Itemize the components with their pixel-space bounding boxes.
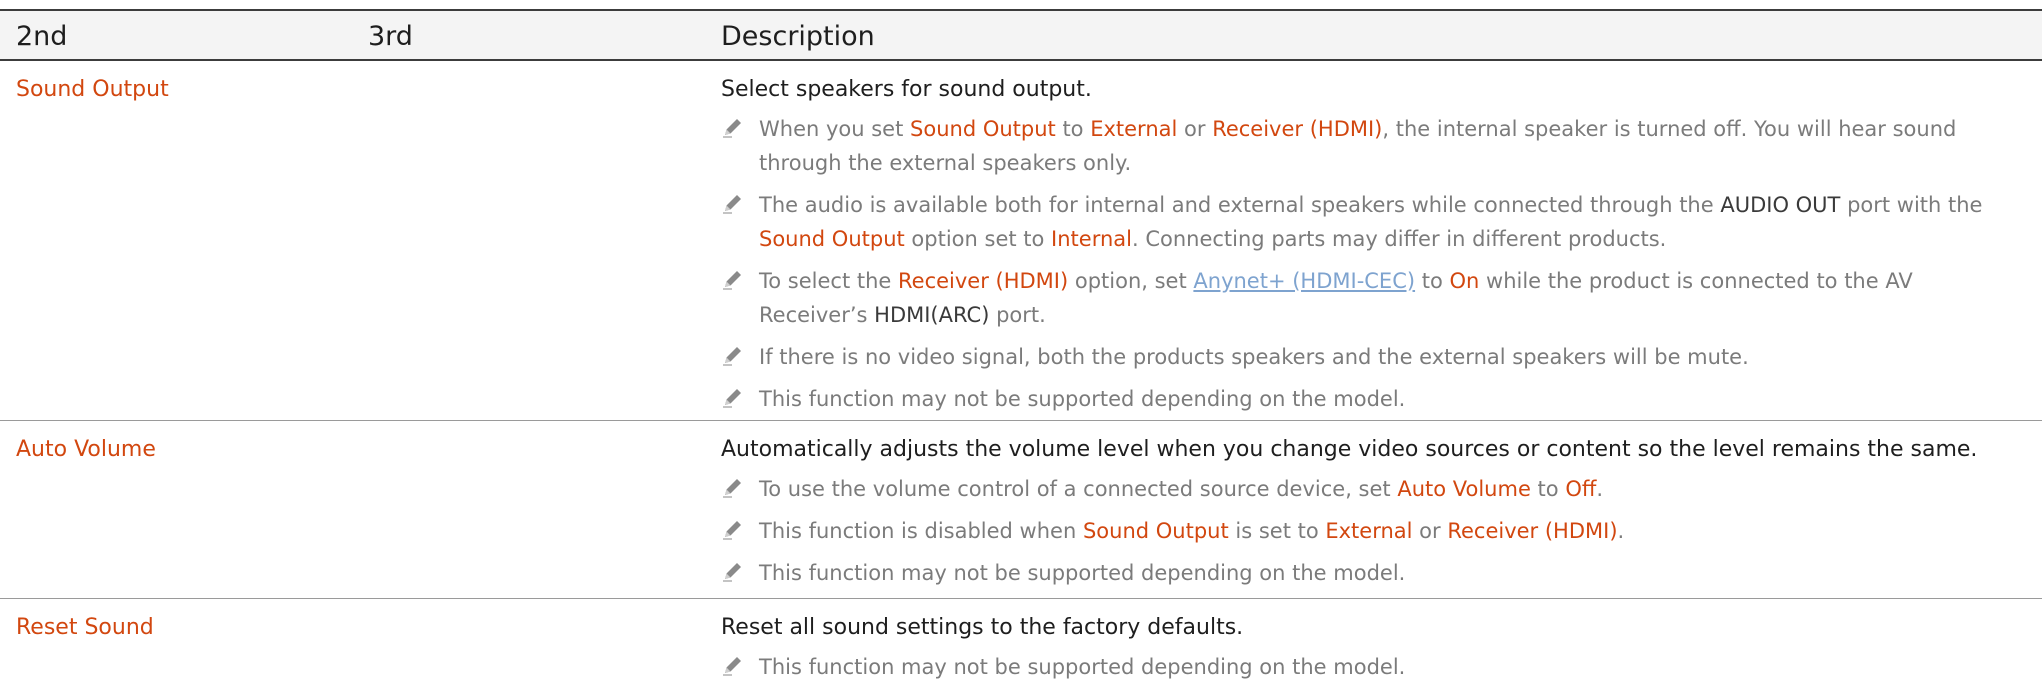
pencil-icon [723,195,741,214]
ui-term: Receiver (HDMI) [1212,117,1383,141]
header-2nd: 2nd [16,21,68,52]
ui-term: Receiver (HDMI) [898,269,1069,293]
description-lead: Reset all sound settings to the factory … [721,615,1244,640]
pencil-icon [723,347,741,366]
pencil-icon [723,271,741,290]
description-cell: Automatically adjusts the volume level w… [721,436,2021,598]
setting-name-sound-output: Sound Output [16,77,169,102]
note-item: This function may not be supported depen… [721,556,2021,590]
table-header: 2nd 3rd Description [0,9,2042,61]
description-cell: Reset all sound settings to the factory … [721,614,2021,692]
note-item: To select the Receiver (HDMI) option, se… [721,264,2021,332]
setting-name-reset-sound: Reset Sound [16,615,154,640]
ui-term: Off [1565,477,1597,501]
ui-term: Internal [1051,227,1132,251]
pencil-icon [723,657,741,676]
ui-term: External [1325,519,1413,543]
description-lead: Automatically adjusts the volume level w… [721,437,1978,462]
pencil-icon [723,119,741,138]
note-item: This function may not be supported depen… [721,650,2021,684]
ui-term: Sound Output [759,227,905,251]
setting-name-auto-volume: Auto Volume [16,437,156,462]
header-3rd: 3rd [368,21,413,52]
description-cell: Select speakers for sound output. When y… [721,76,2021,424]
header-description: Description [721,21,875,52]
note-item: The audio is available both for internal… [721,188,2021,256]
port-name: AUDIO OUT [1720,193,1841,217]
note-item: This function may not be supported depen… [721,382,2021,416]
note-item: When you set Sound Output to External or… [721,112,2021,180]
manual-page: 2nd 3rd Description Sound Output Select … [0,0,2042,681]
pencil-icon [723,479,741,498]
table-row: Sound Output Select speakers for sound o… [0,61,2042,421]
ui-term: External [1090,117,1178,141]
ui-term: Sound Output [910,117,1056,141]
note-item: To use the volume control of a connected… [721,472,2021,506]
table-row: Auto Volume Automatically adjusts the vo… [0,421,2042,599]
ui-term: Receiver (HDMI) [1447,519,1618,543]
ui-term: Auto Volume [1397,477,1531,501]
note-item: This function is disabled when Sound Out… [721,514,2021,548]
pencil-icon [723,521,741,540]
note-item: If there is no video signal, both the pr… [721,340,2021,374]
table-row: Reset Sound Reset all sound settings to … [0,599,2042,687]
sound-settings-table: 2nd 3rd Description Sound Output Select … [0,9,2042,687]
pencil-icon [723,563,741,582]
description-lead: Select speakers for sound output. [721,77,1092,102]
pencil-icon [723,389,741,408]
anynet-link[interactable]: Anynet+ (HDMI-CEC) [1193,269,1415,293]
ui-term: Sound Output [1082,519,1229,543]
port-name: HDMI(ARC) [874,303,990,327]
ui-term: On [1449,269,1480,293]
